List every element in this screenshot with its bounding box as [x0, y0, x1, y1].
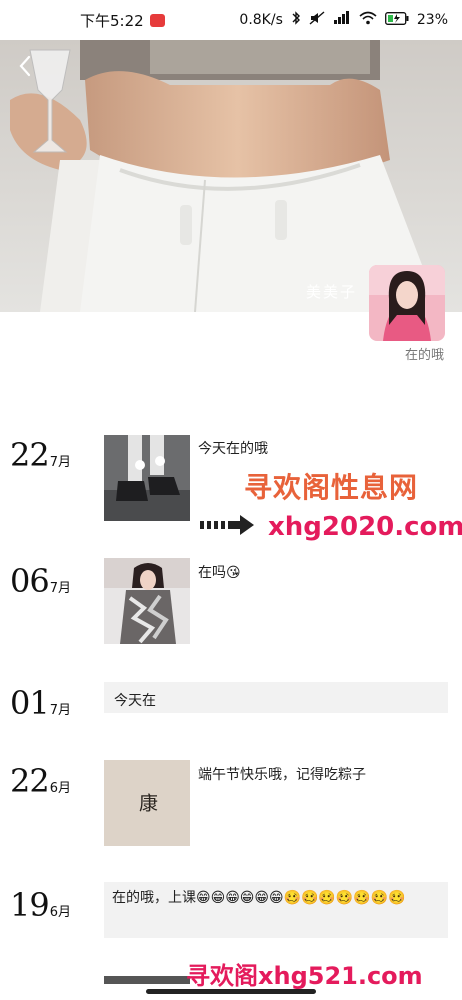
signal-icon [333, 11, 351, 29]
post-text: 今天在的哦 [198, 441, 268, 457]
wifi-icon [359, 11, 377, 29]
post-date: 227月 [10, 436, 71, 474]
watermark-site-url: xhg2020.com [268, 512, 462, 542]
watermark-site-name: 寻欢阁性息网 [244, 471, 419, 504]
profile-signature: 在的哦 [404, 348, 444, 363]
post-thumbnail-text: 端午安康 [136, 792, 158, 816]
post-thumbnail[interactable]: 端午安康 [104, 760, 190, 846]
post-month: 7月 [49, 703, 71, 718]
post-date: 196月 [10, 886, 71, 924]
post-day: 22 [10, 436, 50, 474]
post-text: 端午节快乐哦，记得吃粽子 [198, 767, 366, 783]
avatar[interactable] [369, 265, 445, 341]
back-button[interactable] [14, 54, 38, 78]
post-date: 226月 [10, 762, 71, 800]
mute-icon [309, 11, 325, 29]
post-thumbnail[interactable] [104, 435, 190, 521]
post-month: 7月 [49, 581, 71, 596]
post-text-box[interactable]: 今天在 [104, 682, 448, 713]
post-day: 19 [10, 886, 50, 924]
post-month: 7月 [49, 455, 71, 470]
post-month: 6月 [49, 781, 71, 796]
battery-percent: 23% [416, 12, 448, 28]
post-thumbnail[interactable] [104, 976, 190, 984]
post-text: 在的哦，上课😁😁😁😁😁😁🥴🥴🥴🥴🥴🥴🥴 [112, 890, 406, 906]
post-date: 017月 [10, 684, 71, 722]
network-speed: 0.8K/s [239, 12, 283, 28]
post-date: 067月 [10, 562, 71, 600]
bluetooth-icon [291, 11, 301, 29]
arrow-right-icon [200, 515, 260, 539]
profile-nickname: 美美子 [306, 283, 358, 301]
post-text-box[interactable]: 在的哦，上课😁😁😁😁😁😁🥴🥴🥴🥴🥴🥴🥴 [104, 882, 448, 938]
watermark-bottom: 寻欢阁xhg521.com [186, 962, 423, 990]
post-thumbnail[interactable] [104, 558, 190, 644]
post-month: 6月 [49, 905, 71, 920]
status-time: 下午5:22 [80, 11, 144, 30]
post-day: 01 [10, 684, 50, 722]
post-day: 22 [10, 762, 50, 800]
app-notification-icon [149, 13, 165, 27]
chevron-left-icon [19, 55, 31, 77]
post-text: 在吗😘 [198, 565, 241, 581]
post-day: 06 [10, 562, 50, 600]
home-indicator[interactable] [146, 989, 316, 994]
post-text: 今天在 [114, 693, 156, 709]
battery-icon [384, 11, 409, 29]
status-bar: 下午5:22 0.8K/s 23% [0, 0, 462, 40]
